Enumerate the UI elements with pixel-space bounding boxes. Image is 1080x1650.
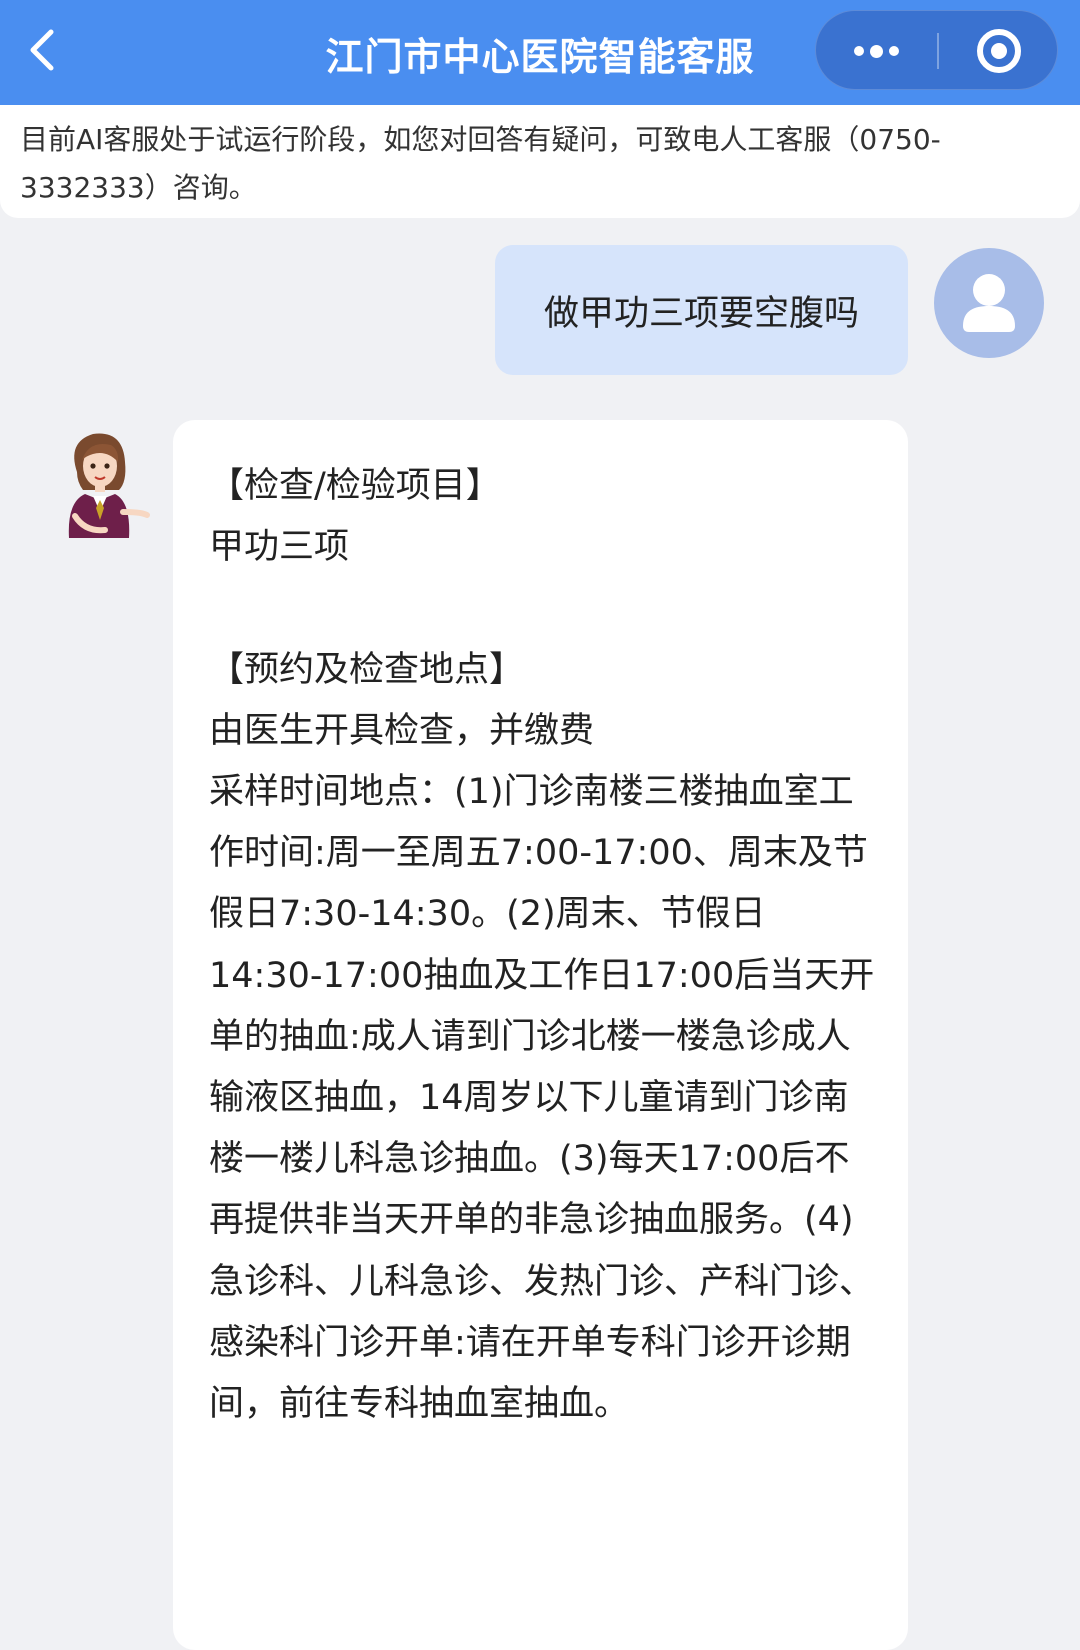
notice-banner: 目前AI客服处于试运行阶段，如您对回答有疑问，可致电人工客服（0750-3332…	[0, 105, 1080, 218]
more-dots-icon	[851, 44, 902, 58]
mini-program-capsule	[815, 10, 1058, 90]
bot-avatar	[45, 420, 155, 545]
section-title-location: 【预约及检查地点】	[209, 649, 525, 690]
user-avatar	[934, 248, 1044, 358]
sampling-info-text: 采样时间地点：(1)门诊南楼三楼抽血室工作时间:周一至周五7:00-17:00、…	[209, 772, 875, 1425]
more-button[interactable]	[816, 11, 937, 91]
user-message-bubble: 做甲功三项要空腹吗	[495, 245, 908, 375]
assistant-avatar-icon	[68, 433, 150, 538]
target-close-icon	[977, 29, 1021, 73]
close-button[interactable]	[939, 11, 1059, 91]
exam-item-text: 甲功三项	[209, 527, 350, 568]
bot-reply-bubble: 【检查/检验项目】 甲功三项 【预约及检查地点】 由医生开具检查，并缴费 采样时…	[173, 420, 908, 1650]
top-bar: 江门市中心医院智能客服	[0, 0, 1080, 105]
section-title-exam-item: 【检查/检验项目】	[209, 466, 501, 506]
appointment-text: 由医生开具检查，并缴费	[209, 710, 595, 751]
user-icon	[963, 274, 1015, 332]
